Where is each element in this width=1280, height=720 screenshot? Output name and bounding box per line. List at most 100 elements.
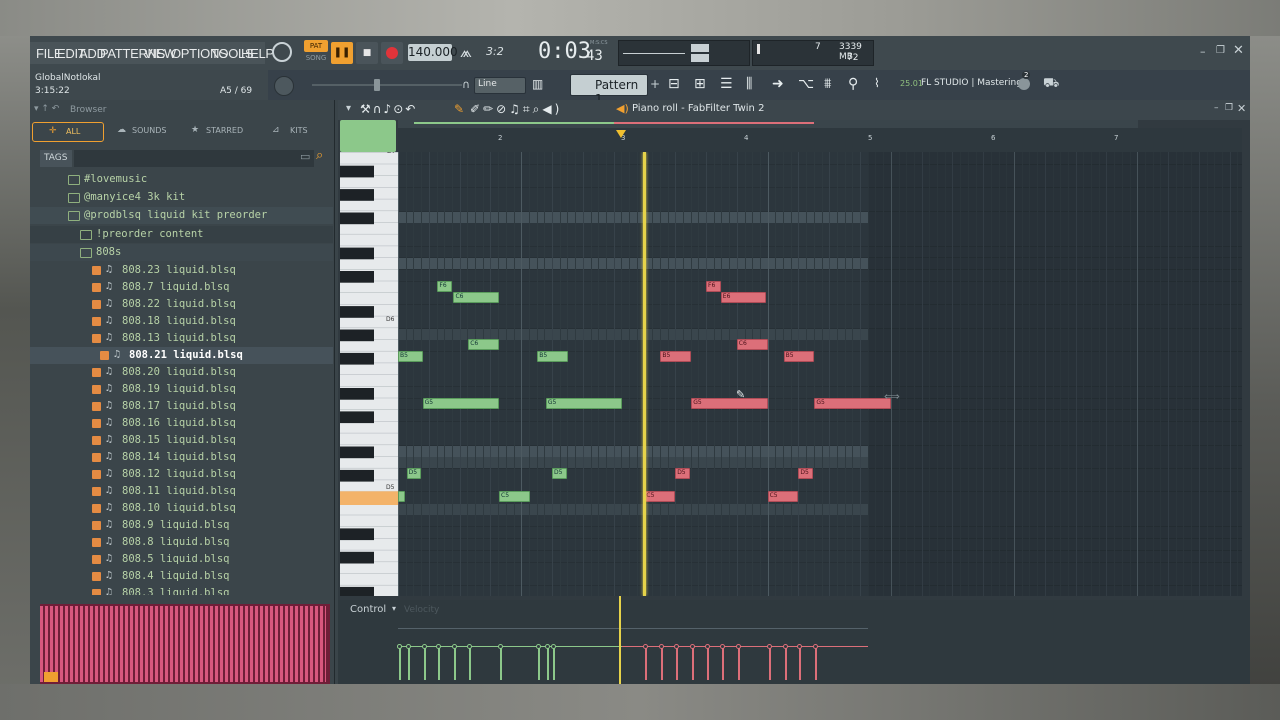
- velocity-bar[interactable]: [707, 646, 709, 680]
- search-icon[interactable]: ⌕: [316, 148, 323, 163]
- time-display[interactable]: 0:03: [538, 39, 591, 64]
- velocity-bar[interactable]: [407, 646, 410, 680]
- note[interactable]: G5: [545, 397, 623, 409]
- file-row[interactable]: ♫ 808.3 liquid.blsq: [30, 585, 333, 595]
- black-key[interactable]: [340, 306, 374, 318]
- black-key[interactable]: [340, 247, 374, 260]
- preview-play-icon[interactable]: [44, 672, 58, 682]
- piano-roll-menu-icon[interactable]: ▾: [346, 103, 351, 114]
- note[interactable]: C6: [736, 339, 768, 351]
- tab-kits[interactable]: ⊿ KITS: [270, 122, 330, 142]
- black-key[interactable]: [340, 446, 374, 459]
- note[interactable]: C5: [644, 491, 676, 503]
- touch-controller-icon[interactable]: ⚲: [848, 76, 858, 92]
- file-row[interactable]: ♫ 808.14 liquid.blsq: [30, 449, 333, 466]
- velocity-handle[interactable]: [436, 644, 442, 649]
- velocity-handle[interactable]: [797, 644, 803, 649]
- velocity-bar[interactable]: [645, 646, 648, 680]
- zoom-corner[interactable]: [340, 120, 396, 152]
- black-key[interactable]: [340, 469, 374, 482]
- velocity-bar[interactable]: [546, 646, 549, 680]
- black-key[interactable]: [340, 189, 374, 201]
- file-row[interactable]: ♫ 808.10 liquid.blsq: [30, 500, 333, 517]
- file-row[interactable]: ♫ 808.17 liquid.blsq: [30, 398, 333, 415]
- pr-restore-icon[interactable]: ❐: [1225, 103, 1233, 113]
- piano-roll-title[interactable]: Piano roll - FabFilter Twin 2: [632, 103, 764, 114]
- velocity-handle[interactable]: [719, 644, 725, 649]
- velocity-handle[interactable]: [421, 644, 427, 649]
- velocity-handle[interactable]: [544, 644, 550, 649]
- file-row[interactable]: ♫ 808.11 liquid.blsq: [30, 483, 333, 500]
- browser-search-input[interactable]: [74, 150, 314, 167]
- file-row[interactable]: ♫ 808.15 liquid.blsq: [30, 432, 333, 449]
- file-row[interactable]: ♫ 808.23 liquid.blsq: [30, 262, 333, 279]
- playhead-marker[interactable]: [616, 130, 626, 138]
- note[interactable]: C6: [453, 292, 500, 304]
- note[interactable]: C5: [499, 491, 530, 503]
- folder-icon[interactable]: ▭: [300, 150, 310, 163]
- note[interactable]: B5: [660, 350, 692, 362]
- velocity-bar[interactable]: [438, 646, 441, 680]
- file-row-selected[interactable]: ♫ 808.21 liquid.blsq: [30, 347, 333, 364]
- velocity-bar[interactable]: [399, 646, 401, 680]
- velocity-bar[interactable]: [500, 646, 503, 680]
- velocity-handle[interactable]: [551, 644, 556, 649]
- snap-select[interactable]: Line: [474, 77, 526, 94]
- piano-roll-icon[interactable]: ⊞: [694, 76, 706, 92]
- folder-row[interactable]: @manyice4 3k kit: [30, 189, 333, 206]
- pause-icon[interactable]: ❚❚: [331, 42, 353, 64]
- velocity-bar[interactable]: [768, 646, 771, 680]
- velocity-handle[interactable]: [467, 644, 473, 649]
- file-row[interactable]: ♫ 808.4 liquid.blsq: [30, 568, 333, 585]
- audio-settings-icon[interactable]: ⌇: [874, 76, 880, 90]
- velocity-handle[interactable]: [674, 644, 680, 649]
- note[interactable]: D5: [406, 467, 422, 479]
- song-mode-button[interactable]: SONG: [304, 53, 328, 64]
- playlist-icon[interactable]: ⊟: [668, 76, 680, 92]
- folder-row[interactable]: !preorder content: [30, 226, 333, 243]
- note[interactable]: F6: [706, 280, 721, 292]
- note[interactable]: G5: [422, 397, 499, 409]
- folder-row[interactable]: @prodblsq liquid kit preorder: [30, 207, 333, 224]
- minimize-icon[interactable]: –: [1200, 45, 1206, 58]
- add-pattern-icon[interactable]: +: [650, 77, 660, 91]
- edit-tool-icons[interactable]: ✐✏⊘♫⌗⌕◀): [470, 102, 562, 117]
- file-row[interactable]: ♫ 808.12 liquid.blsq: [30, 466, 333, 483]
- velocity-handle[interactable]: [397, 644, 402, 649]
- channel-rack-icon[interactable]: ☰: [720, 76, 733, 92]
- folder-row[interactable]: 808s: [30, 244, 333, 261]
- velocity-bar[interactable]: [815, 646, 818, 680]
- file-row[interactable]: ♫ 808.8 liquid.blsq: [30, 534, 333, 551]
- note[interactable]: F6: [437, 280, 453, 292]
- velocity-bar[interactable]: [423, 646, 426, 680]
- file-row[interactable]: ♫ 808.13 liquid.blsq: [30, 330, 333, 347]
- tempo-display[interactable]: 140.000: [408, 44, 458, 61]
- velocity-bar[interactable]: [538, 646, 541, 680]
- file-row[interactable]: ♫ 808.20 liquid.blsq: [30, 364, 333, 381]
- velocity-bar[interactable]: [553, 646, 555, 680]
- timeline-ruler[interactable]: 2 3 4 5 6 7: [398, 128, 1242, 152]
- black-key[interactable]: [340, 411, 374, 424]
- mixer-icon[interactable]: ⫼: [746, 76, 752, 92]
- tab-starred[interactable]: ★ STARRED: [188, 122, 254, 142]
- black-key[interactable]: [340, 586, 374, 596]
- plugin-picker-icon[interactable]: ⌥: [798, 76, 814, 92]
- tags-button[interactable]: TAGS: [40, 150, 72, 167]
- file-row[interactable]: ♫ 808.18 liquid.blsq: [30, 313, 333, 330]
- pr-minimize-icon[interactable]: –: [1214, 103, 1219, 113]
- shop-cart-icon[interactable]: ⛟: [1043, 76, 1059, 93]
- velocity-handle[interactable]: [766, 644, 772, 649]
- velocity-bar[interactable]: [454, 646, 457, 680]
- restore-icon[interactable]: ❐: [1216, 45, 1225, 56]
- file-row[interactable]: ♫ 808.22 liquid.blsq: [30, 296, 333, 313]
- velocity-handle[interactable]: [405, 644, 411, 649]
- folder-row[interactable]: #lovemusic: [30, 171, 333, 188]
- velocity-bar[interactable]: [676, 646, 679, 680]
- note-grid[interactable]: F6 C6 F6 E6 C6 C6 B5 B5 B5 B5 G5 G5 G5 G5 D5 D5 D5 D5 C5 C5…: [398, 152, 1242, 596]
- tab-sounds[interactable]: ☁ SOUNDS: [114, 122, 180, 142]
- tool-icons[interactable]: ⚒∩♪⊙↶: [360, 102, 417, 116]
- metronome-icon[interactable]: ⩕: [460, 44, 480, 61]
- black-key[interactable]: [340, 388, 374, 400]
- velocity-handle[interactable]: [690, 644, 696, 649]
- note[interactable]: B5: [537, 350, 568, 362]
